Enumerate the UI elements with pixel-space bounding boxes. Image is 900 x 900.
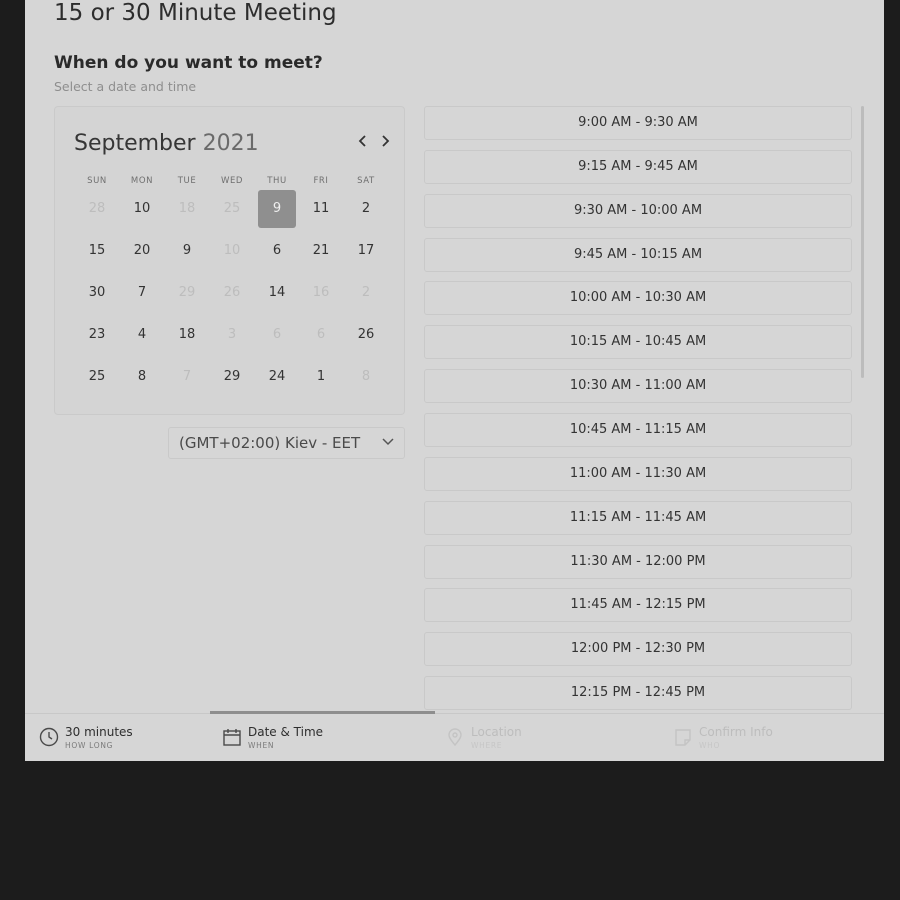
prev-month-button[interactable] [358,133,368,153]
time-slot-button[interactable]: 10:15 AM - 10:45 AM [424,325,852,360]
calendar-day[interactable]: 9 [168,232,206,270]
chevron-left-icon [358,135,366,147]
calendar-day[interactable]: 11 [302,190,340,228]
calendar-day[interactable]: 26 [347,316,385,354]
calendar-day[interactable]: 30 [78,274,116,312]
calendar-day[interactable]: 18 [168,316,206,354]
weekday-label: SAT [357,176,375,186]
time-slot-button[interactable]: 9:30 AM - 10:00 AM [424,193,852,228]
section-subtitle: Select a date and time [54,79,197,94]
time-slot-button[interactable]: 10:30 AM - 11:00 AM [424,369,852,404]
calendar-day: 7 [182,369,192,384]
calendar-day: 26 [223,285,241,300]
step-date-time-title: Date & Time [248,725,324,739]
weekday-label: MON [130,176,154,186]
calendar-day: 3 [227,327,237,342]
calendar-day[interactable]: 29 [213,358,251,396]
step-confirm-info-title: Confirm Info [699,725,773,739]
calendar-day[interactable]: 21 [302,232,340,270]
calendar-day[interactable]: 17 [347,232,385,270]
calendar-day[interactable]: 23 [78,316,116,354]
calendar-year: 2021 [202,131,259,156]
calendar-day[interactable]: 20 [123,232,161,270]
chevron-down-icon [382,438,394,446]
step-duration-title: 30 minutes [65,725,133,739]
calendar-day[interactable]: 24 [258,358,296,396]
time-slot-button[interactable]: 11:30 AM - 12:00 PM [424,544,852,579]
current-step-indicator [210,711,435,714]
step-date-time-label: WHEN [248,741,275,750]
calendar-day[interactable]: 4 [123,316,161,354]
calendar-icon [223,729,241,746]
calendar-day: 28 [88,201,106,216]
time-slot-button[interactable]: 12:15 PM - 12:45 PM [424,676,852,711]
time-slot-list[interactable]: 9:00 AM - 9:30 AM 9:15 AM - 9:45 AM 9:30 A… [424,106,854,712]
note-icon [675,729,691,746]
time-slot-button[interactable]: 9:15 AM - 9:45 AM [424,149,852,184]
section-heading: When do you want to meet? [54,53,323,73]
calendar-day[interactable]: 10 [123,190,161,228]
time-slot-button[interactable]: 10:00 AM - 10:30 AM [424,281,852,316]
calendar-day[interactable]: 7 [123,274,161,312]
calendar-day[interactable]: 2 [347,190,385,228]
step-location-title: Location [471,725,522,739]
calendar-day: 18 [178,201,196,216]
calendar-day: 16 [312,285,330,300]
calendar: September 2021 SUN MON TUE WED THU FRI SAT 28 1… [54,106,405,415]
page-title: 15 or 30 Minute Meeting [54,0,337,26]
time-slot-button[interactable]: 12:00 PM - 12:30 PM [424,632,852,667]
calendar-day[interactable]: 8 [123,358,161,396]
calendar-day[interactable]: 15 [78,232,116,270]
time-slot-button[interactable]: 11:45 AM - 12:15 PM [424,588,852,623]
weekday-label: FRI [313,176,329,186]
time-slot-button[interactable]: 11:00 AM - 11:30 AM [424,456,852,491]
time-slot-scrollbar[interactable] [861,106,864,378]
time-slot-button[interactable]: 9:45 AM - 10:15 AM [424,237,852,272]
time-slot-button[interactable]: 11:15 AM - 11:45 AM [424,500,852,535]
calendar-day[interactable]: 14 [258,274,296,312]
calendar-day: 2 [361,285,371,300]
calendar-day: 6 [316,327,326,342]
weekday-label: SUN [87,176,107,186]
calendar-month-year: September 2021 [74,131,259,156]
calendar-day: 25 [223,201,241,216]
weekday-label: TUE [177,176,197,186]
weekday-label: WED [220,176,244,186]
calendar-day: 8 [361,369,371,384]
calendar-day[interactable]: 1 [302,358,340,396]
chevron-right-icon [382,135,390,147]
calendar-day[interactable]: 6 [258,232,296,270]
calendar-day: 6 [272,327,282,342]
calendar-day-selected[interactable]: 9 [258,190,296,228]
next-month-button[interactable] [380,133,390,153]
calendar-day: 10 [223,243,241,258]
step-location-label: WHERE [471,741,503,750]
booking-panel: 15 or 30 Minute Meeting When do you want… [25,0,884,761]
timezone-value: (GMT+02:00) Kiev - EET [179,434,361,452]
step-confirm-info-label: WHO [699,741,721,750]
calendar-month: September [74,131,196,156]
timezone-select[interactable]: (GMT+02:00) Kiev - EET [168,427,405,459]
map-pin-icon [448,728,462,747]
clock-icon [39,727,59,747]
weekday-label: THU [267,176,287,186]
calendar-day[interactable]: 25 [78,358,116,396]
time-slot-button[interactable]: 10:45 AM - 11:15 AM [424,412,852,447]
step-duration-label: HOW LONG [65,741,114,750]
calendar-day: 29 [178,285,196,300]
step-bar: 30 minutes HOW LONG Date & Time WHEN Loc… [25,711,884,761]
time-slot-button[interactable]: 9:00 AM - 9:30 AM [424,106,852,140]
